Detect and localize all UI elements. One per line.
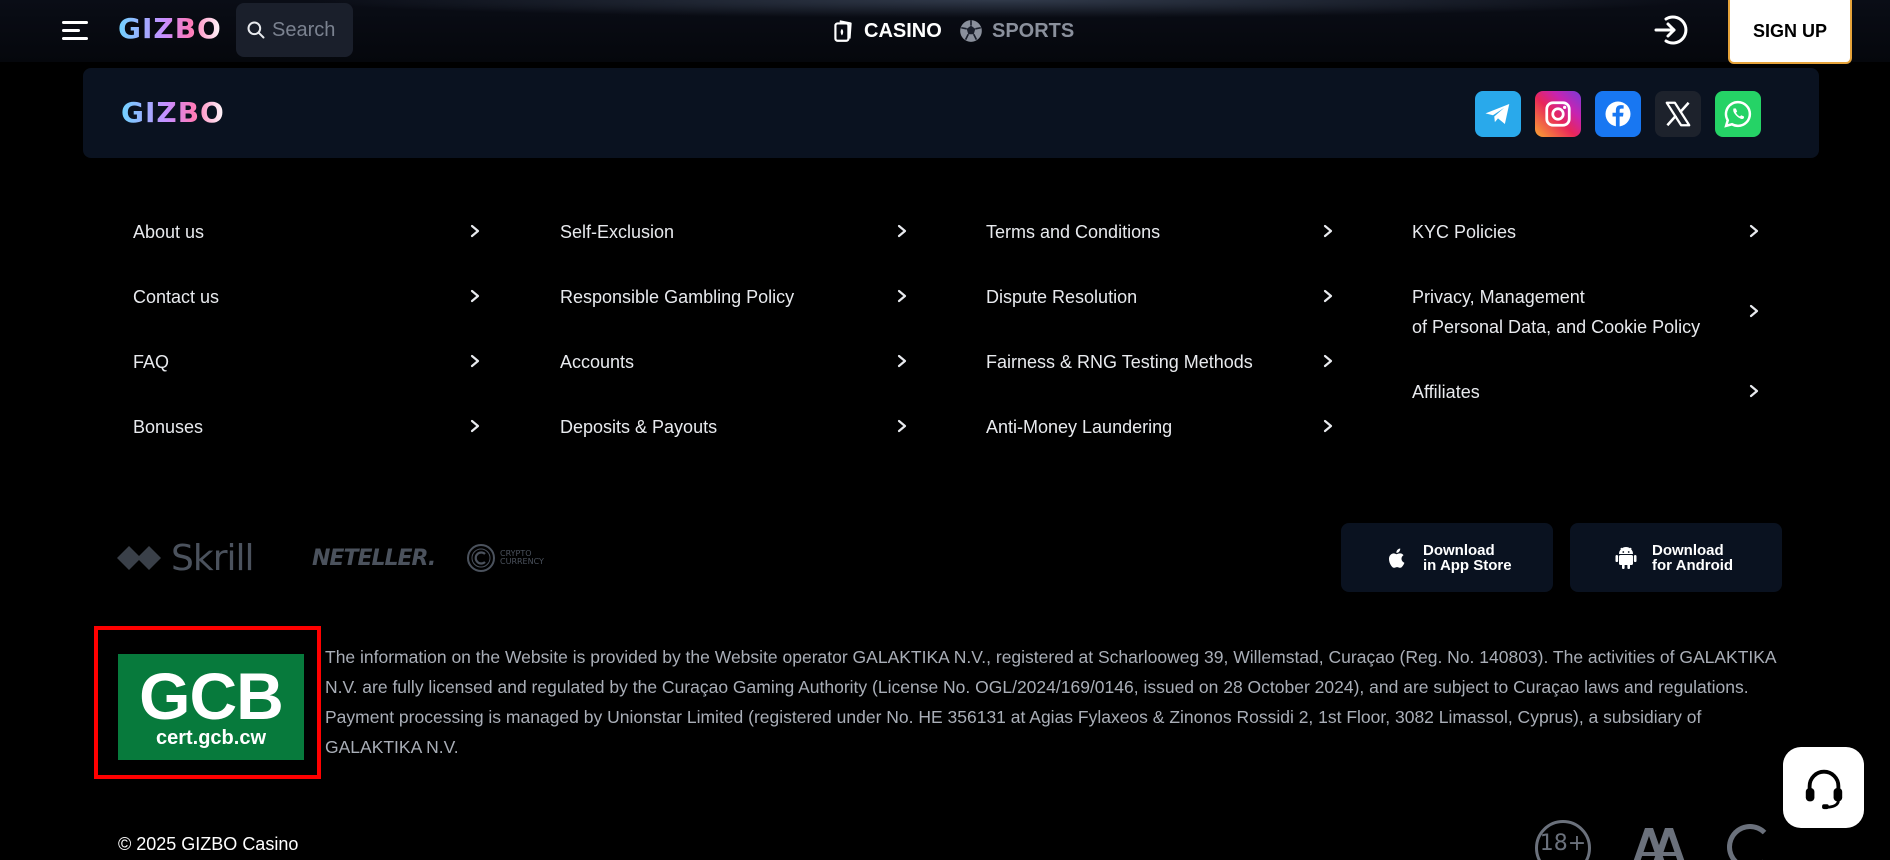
nav-casino-label: CASINO (864, 19, 942, 42)
gcb-license-badge[interactable]: GCB cert.gcb.cw (118, 654, 304, 760)
link-affiliates[interactable]: Affiliates (1412, 360, 1762, 425)
gamblers-anonymous-logo (1627, 820, 1691, 860)
crypto-coin-icon (467, 544, 495, 572)
chevron-right-icon (470, 419, 480, 433)
chevron-right-icon (1323, 354, 1333, 368)
link-deposits-payouts[interactable]: Deposits & Payouts (560, 395, 910, 460)
chevron-right-icon (897, 224, 907, 238)
link-kyc-policies[interactable]: KYC Policies (1412, 200, 1762, 265)
search-input[interactable] (272, 18, 348, 42)
android-icon (1615, 546, 1637, 569)
link-contact-us[interactable]: Contact us (133, 265, 483, 330)
chevron-right-icon (1323, 289, 1333, 303)
chevron-right-icon (1323, 224, 1333, 238)
search-icon (247, 21, 265, 39)
chevron-right-icon (470, 224, 480, 238)
search-box[interactable] (236, 3, 353, 57)
crypto-currency-logo: CRYPTO CURRENCY (466, 538, 544, 578)
x-button[interactable] (1655, 91, 1701, 137)
whatsapp-icon (1724, 100, 1752, 128)
links-column-3: Terms and Conditions Dispute Resolution … (986, 200, 1336, 460)
skrill-logo: Skrill (117, 538, 255, 579)
soccer-ball-icon (960, 20, 982, 42)
login-icon[interactable] (1652, 12, 1688, 48)
link-anti-money-laundering[interactable]: Anti-Money Laundering (986, 395, 1336, 460)
footer-header-card: GIZBO (83, 68, 1819, 158)
age-18-badge: 18+ (1535, 820, 1591, 860)
header-logo[interactable]: GIZBO (118, 12, 222, 45)
signup-button[interactable]: SIGN UP (1728, 0, 1852, 64)
facebook-button[interactable] (1595, 91, 1641, 137)
chevron-right-icon (1323, 419, 1333, 433)
copyright: © 2025 GIZBO Casino (118, 834, 299, 854)
link-self-exclusion[interactable]: Self-Exclusion (560, 200, 910, 265)
chevron-right-icon (897, 289, 907, 303)
link-terms[interactable]: Terms and Conditions (986, 200, 1336, 265)
nav-casino[interactable]: CASINO (830, 14, 942, 48)
neteller-logo: NETELLER. (312, 545, 436, 571)
telegram-icon (1485, 104, 1510, 124)
chevron-right-icon (470, 289, 480, 303)
link-bonuses[interactable]: Bonuses (133, 395, 483, 460)
download-app-store-button[interactable]: Download in App Store (1341, 523, 1553, 592)
whatsapp-button[interactable] (1715, 91, 1761, 137)
link-fairness-rng[interactable]: Fairness & RNG Testing Methods (986, 330, 1336, 395)
instagram-button[interactable] (1535, 91, 1581, 137)
license-text: The information on the Website is provid… (325, 647, 1776, 757)
footer-links: About us Contact us FAQ Bonuses Self-Exc… (133, 200, 1773, 500)
links-column-2: Self-Exclusion Responsible Gambling Poli… (560, 200, 910, 460)
chevron-right-icon (897, 419, 907, 433)
gamcare-icon (1727, 824, 1773, 860)
license-highlight-frame: GCB cert.gcb.cw (94, 626, 321, 779)
link-accounts[interactable]: Accounts (560, 330, 910, 395)
chevron-right-icon (1749, 304, 1759, 318)
menu-icon[interactable] (62, 21, 88, 41)
link-about-us[interactable]: About us (133, 200, 483, 265)
download-android-button[interactable]: Download for Android (1570, 523, 1782, 592)
top-bar: GIZBO CASINO SPORTS SIGN UP (0, 0, 1890, 64)
chevron-right-icon (1749, 384, 1759, 398)
headset-icon (1805, 769, 1842, 809)
nav-sports[interactable]: SPORTS (958, 14, 1074, 48)
x-icon (1665, 101, 1691, 127)
link-dispute-resolution[interactable]: Dispute Resolution (986, 265, 1336, 330)
links-column-4: KYC Policies Privacy, Management of Perso… (1412, 200, 1762, 425)
links-column-1: About us Contact us FAQ Bonuses (133, 200, 483, 460)
social-links (1475, 91, 1761, 137)
facebook-icon (1605, 101, 1631, 127)
chevron-right-icon (1749, 224, 1759, 238)
instagram-icon (1545, 101, 1571, 127)
link-faq[interactable]: FAQ (133, 330, 483, 395)
gamblers-anonymous-icon (1633, 828, 1685, 860)
apple-icon (1389, 548, 1405, 568)
telegram-button[interactable] (1475, 91, 1521, 137)
link-privacy-policy[interactable]: Privacy, Management of Personal Data, and… (1412, 265, 1762, 360)
cards-icon (834, 20, 852, 42)
skrill-chevrons-icon (117, 546, 161, 570)
nav-sports-label: SPORTS (992, 19, 1075, 42)
link-responsible-gambling[interactable]: Responsible Gambling Policy (560, 265, 910, 330)
chevron-right-icon (470, 354, 480, 368)
compliance-badges: 18+ (1535, 820, 1773, 860)
chevron-right-icon (897, 354, 907, 368)
support-chat-button[interactable] (1783, 747, 1864, 828)
footer-logo[interactable]: GIZBO (121, 96, 225, 129)
